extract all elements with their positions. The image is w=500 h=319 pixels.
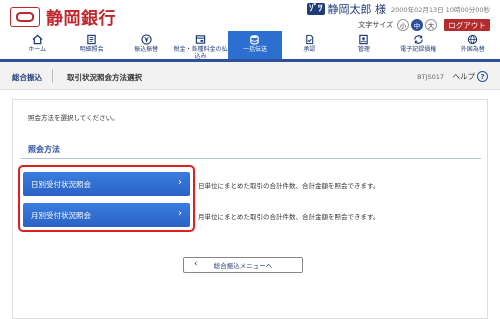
main-panel: 照会方法を選択してください。 照会方法 日別受付状況照会 › 日単位にまとめた取… xyxy=(12,99,488,319)
option-description: 月単位にまとめた取引の合計件数、合計金額を照会できます。 xyxy=(198,213,380,221)
back-button-label: 総合振込メニューへ xyxy=(213,262,273,270)
user-area: ｿﾞﾂ 静岡太郎 様 2000年02月13日 10時00分00秒 文字サイズ 小… xyxy=(307,2,490,32)
help-label: ヘルプ xyxy=(452,72,476,81)
chevron-right-icon: › xyxy=(178,208,182,219)
management-icon xyxy=(358,34,370,45)
help-link[interactable]: ヘルプ ? xyxy=(452,71,488,82)
option-label: 日別受付状況照会 xyxy=(31,179,91,189)
bank-logo[interactable]: 静岡銀行 xyxy=(10,4,116,29)
page-title-bar: 総合振込 取引状況照会方法選択 BTJS017 ヘルプ ? xyxy=(0,62,500,90)
chevron-right-icon: › xyxy=(178,177,182,188)
nav-item-home[interactable]: ホーム xyxy=(10,31,64,59)
nav-label: 明細照会 xyxy=(79,46,104,53)
nav-label: 一括伝送 xyxy=(242,46,267,53)
nav-label: 電子記録債権 xyxy=(400,46,437,53)
monthly-status-inquiry-button[interactable]: 月別受付状況照会 › xyxy=(23,203,190,227)
nav-item-bulk-transmission[interactable]: 一括伝送 xyxy=(227,31,283,59)
last-login-time: 2000年02月13日 10時00分00秒 xyxy=(391,6,490,14)
nav-item-statement[interactable]: 明細照会 xyxy=(64,31,118,59)
font-size-large-button[interactable]: 大 xyxy=(425,19,437,31)
e-receivable-icon xyxy=(412,34,424,45)
approval-icon xyxy=(303,34,315,45)
section-divider xyxy=(21,158,481,159)
breadcrumb: 総合振込 xyxy=(12,73,42,82)
bank-name: 静岡銀行 xyxy=(46,9,116,29)
screen-id: BTJS017 xyxy=(417,73,444,81)
help-icon: ? xyxy=(477,71,488,82)
font-size-small-button[interactable]: 小 xyxy=(397,19,409,31)
instruction-text: 照会方法を選択してください。 xyxy=(28,114,119,122)
nav-label: 外国為替 xyxy=(460,46,485,53)
nav-item-e-receivables[interactable]: 電子記録債権 xyxy=(391,31,445,59)
back-to-menu-button[interactable]: ‹ 総合振込メニューへ xyxy=(183,257,303,273)
option-description: 日単位にまとめた取引の合計件数、合計金額を照会できます。 xyxy=(198,182,380,190)
option-label: 月別受付状況照会 xyxy=(31,210,91,220)
nav-item-transfer[interactable]: 振込振替 xyxy=(119,31,173,59)
nav-label: 振込振替 xyxy=(134,46,159,53)
font-size-label: 文字サイズ xyxy=(358,21,393,29)
nav-item-tax-payment[interactable]: 税金・各種料金の払込み xyxy=(173,31,228,60)
daily-status-inquiry-button[interactable]: 日別受付状況照会 › xyxy=(23,172,190,196)
font-size-medium-button[interactable]: 中 xyxy=(411,19,423,31)
global-nav: ホーム 明細照会 振込振替 税金・各種料金の払込み 一括伝送 承認 管理 電子記… xyxy=(0,31,500,62)
database-icon xyxy=(249,34,261,45)
nav-item-forex[interactable]: 外国為替 xyxy=(446,31,500,59)
nav-item-approval[interactable]: 承認 xyxy=(282,31,336,59)
nav-label: ホーム xyxy=(28,46,47,53)
nav-label: 管理 xyxy=(357,46,370,53)
section-title: 照会方法 xyxy=(28,145,60,154)
home-icon xyxy=(31,34,43,45)
logout-button[interactable]: ログアウト xyxy=(444,19,490,31)
user-badge: ｿﾞﾂ xyxy=(307,3,325,15)
forex-icon xyxy=(467,34,479,45)
chevron-left-icon: ‹ xyxy=(194,259,198,269)
yen-icon xyxy=(140,34,152,45)
payment-icon xyxy=(195,34,207,45)
nav-item-management[interactable]: 管理 xyxy=(337,31,391,59)
breadcrumb-divider xyxy=(52,69,53,83)
page-title: 取引状況照会方法選択 xyxy=(67,73,142,82)
nav-label: 税金・各種料金の払込み xyxy=(173,46,228,60)
nav-label: 承認 xyxy=(303,46,316,53)
user-name: 静岡太郎 様 xyxy=(327,3,387,16)
top-header: 静岡銀行 ｿﾞﾂ 静岡太郎 様 2000年02月13日 10時00分00秒 文字… xyxy=(0,0,500,32)
bank-logo-mark xyxy=(10,6,40,27)
ledger-icon xyxy=(86,34,98,45)
